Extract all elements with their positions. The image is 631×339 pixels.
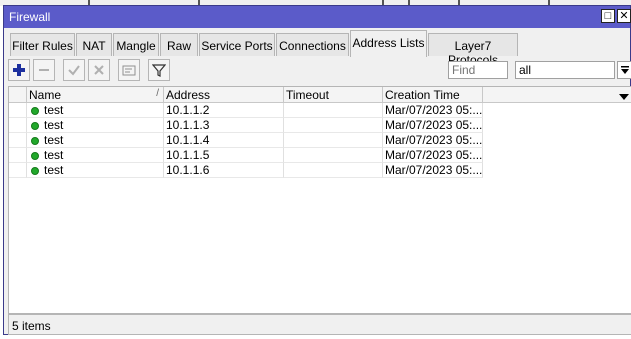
name-cell: test: [27, 148, 164, 163]
name-text: test: [44, 118, 64, 132]
address-cell: 10.1.1.2: [164, 103, 284, 118]
tab-filter-rules[interactable]: Filter Rules: [10, 33, 75, 56]
timeout-cell: [284, 148, 383, 163]
creation-time-cell: Mar/07/2023 05:...: [383, 148, 483, 163]
name-text: test: [44, 163, 64, 177]
restore-button[interactable]: □: [601, 9, 615, 23]
sort-indicator: /: [156, 88, 159, 99]
column-header-name[interactable]: Name /: [27, 87, 164, 103]
table-header: Name / Address Timeout Creation Time: [9, 87, 631, 103]
plus-icon: [13, 64, 25, 76]
comment-icon: [122, 65, 136, 76]
address-cell: 10.1.1.5: [164, 148, 284, 163]
tab-service-ports[interactable]: Service Ports: [199, 33, 275, 56]
row-gutter: [9, 163, 27, 178]
tab-connections[interactable]: Connections: [276, 33, 349, 56]
column-header-timeout[interactable]: Timeout: [284, 87, 383, 103]
minus-icon: [39, 69, 49, 71]
column-header-address[interactable]: Address: [164, 87, 284, 103]
enabled-status-icon: [31, 137, 39, 145]
enabled-status-icon: [31, 152, 39, 160]
creation-time-cell: Mar/07/2023 05:...: [383, 103, 483, 118]
header-spacer: [9, 87, 27, 103]
column-menu-button[interactable]: [619, 90, 629, 104]
table-row[interactable]: test 10.1.1.6 Mar/07/2023 05:...: [9, 163, 631, 178]
tab-nat[interactable]: NAT: [76, 33, 112, 56]
timeout-cell: [284, 103, 383, 118]
filter-dropdown-button[interactable]: [617, 61, 631, 79]
disable-button[interactable]: [88, 59, 110, 81]
row-gutter: [9, 103, 27, 118]
timeout-cell: [284, 163, 383, 178]
comment-button[interactable]: [118, 59, 140, 81]
name-text: test: [44, 103, 64, 117]
row-gutter: [9, 133, 27, 148]
table-row[interactable]: test 10.1.1.3 Mar/07/2023 05:...: [9, 118, 631, 133]
column-label: Name: [29, 88, 62, 102]
row-gutter: [9, 118, 27, 133]
restore-icon: □: [604, 10, 612, 22]
timeout-cell: [284, 133, 383, 148]
timeout-cell: [284, 118, 383, 133]
firewall-window: Firewall □ ✕ Filter Rules NAT Mangle Raw…: [3, 5, 631, 335]
address-cell: 10.1.1.3: [164, 118, 284, 133]
name-cell: test: [27, 103, 164, 118]
tab-mangle[interactable]: Mangle: [113, 33, 159, 56]
enable-button[interactable]: [63, 59, 85, 81]
row-gutter: [9, 148, 27, 163]
filter-select[interactable]: all: [515, 61, 615, 79]
enabled-status-icon: [31, 167, 39, 175]
window-title: Firewall: [9, 10, 51, 24]
status-bar: 5 items: [8, 314, 631, 335]
funnel-icon: [152, 64, 166, 77]
title-bar[interactable]: Firewall □ ✕: [4, 6, 631, 28]
creation-time-cell: Mar/07/2023 05:...: [383, 163, 483, 178]
check-icon: [68, 65, 80, 76]
enabled-status-icon: [31, 122, 39, 130]
table-row[interactable]: test 10.1.1.4 Mar/07/2023 05:...: [9, 133, 631, 148]
name-cell: test: [27, 133, 164, 148]
item-count: 5 items: [12, 319, 51, 333]
enabled-status-icon: [31, 107, 39, 115]
tab-layer7-protocols[interactable]: Layer7 Protocols: [428, 33, 518, 67]
toolbar: all: [8, 59, 631, 83]
filter-button[interactable]: [148, 59, 170, 81]
tab-raw[interactable]: Raw: [160, 33, 198, 56]
table-row[interactable]: test 10.1.1.2 Mar/07/2023 05:...: [9, 103, 631, 118]
tab-address-lists[interactable]: Address Lists: [350, 30, 427, 57]
add-button[interactable]: [8, 59, 30, 81]
table-row[interactable]: test 10.1.1.5 Mar/07/2023 05:...: [9, 148, 631, 163]
creation-time-cell: Mar/07/2023 05:...: [383, 133, 483, 148]
address-cell: 10.1.1.6: [164, 163, 284, 178]
find-input[interactable]: [448, 61, 508, 79]
address-list-table: Name / Address Timeout Creation Time tes…: [8, 86, 631, 314]
name-cell: test: [27, 118, 164, 133]
address-cell: 10.1.1.4: [164, 133, 284, 148]
close-button[interactable]: ✕: [617, 9, 631, 23]
remove-button[interactable]: [33, 59, 55, 81]
column-header-creation-time[interactable]: Creation Time: [383, 87, 483, 103]
name-cell: test: [27, 163, 164, 178]
dropdown-arrow-icon: [621, 66, 629, 74]
chevron-down-icon: [619, 94, 629, 100]
creation-time-cell: Mar/07/2023 05:...: [383, 118, 483, 133]
name-text: test: [44, 148, 64, 162]
x-icon: [94, 65, 104, 75]
close-icon: ✕: [619, 10, 629, 22]
name-text: test: [44, 133, 64, 147]
